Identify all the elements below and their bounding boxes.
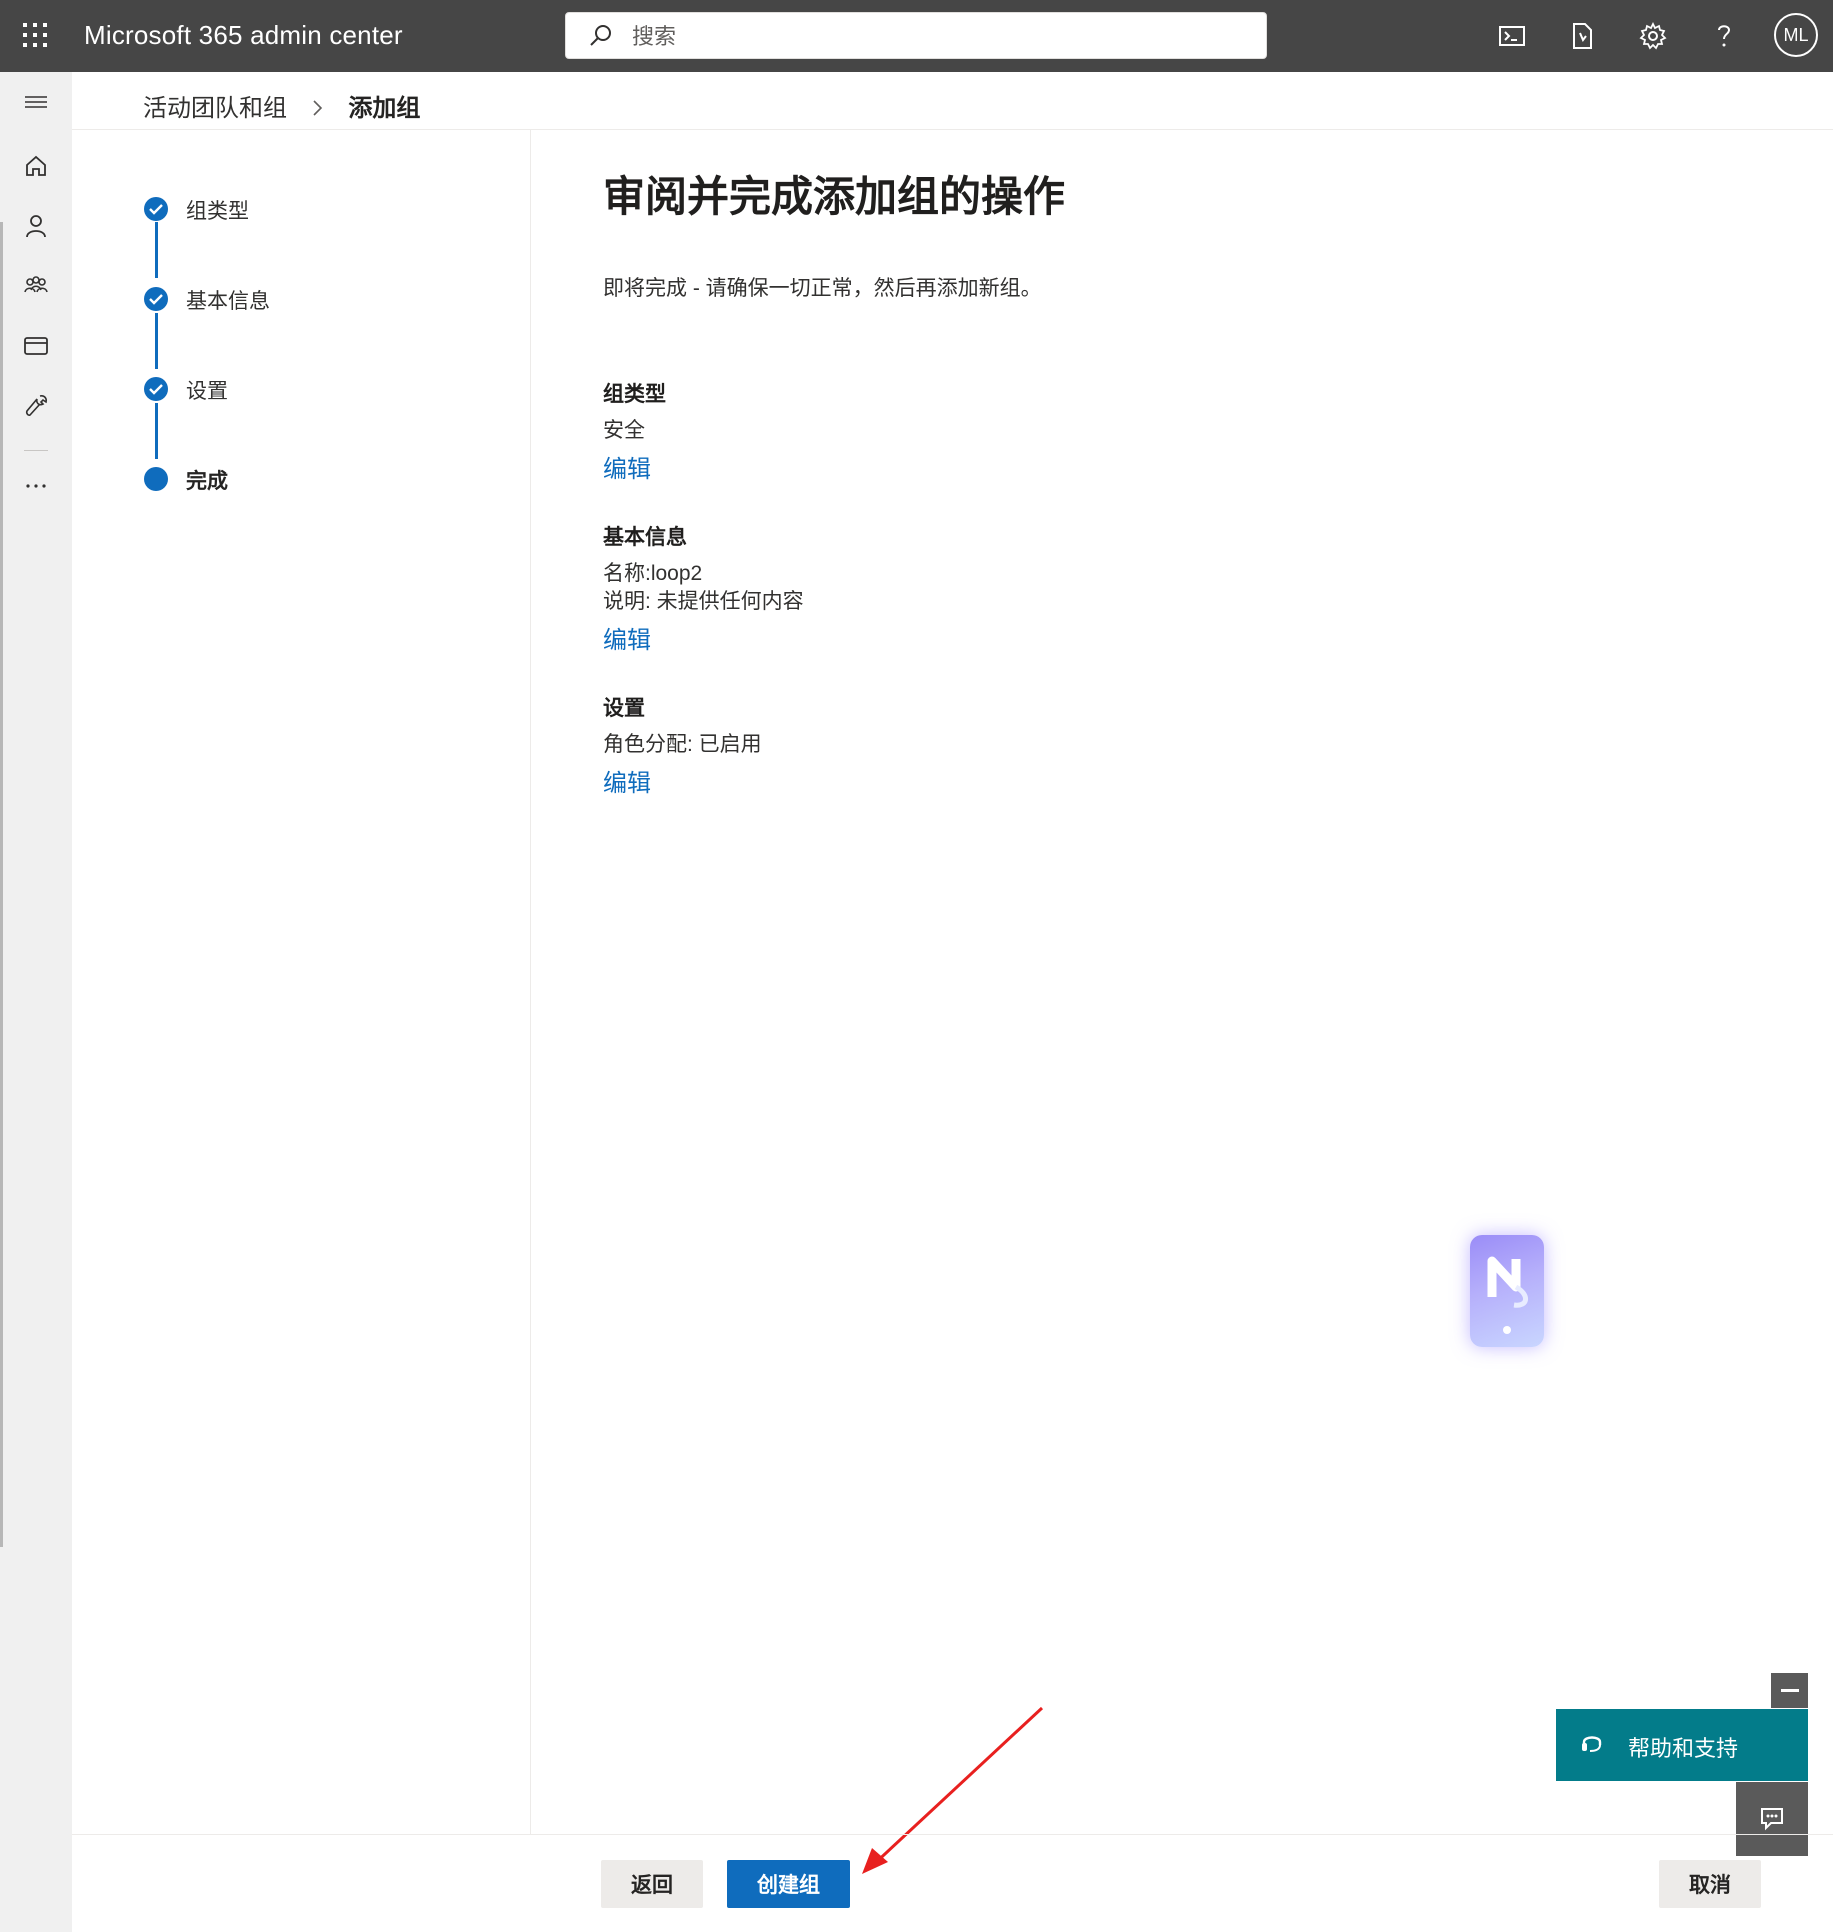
breadcrumb-parent-link[interactable]: 活动团队和组 — [143, 95, 287, 122]
help-and-support-button[interactable]: 帮助和支持 — [1556, 1709, 1808, 1781]
step-connector — [155, 222, 158, 278]
terminal-icon[interactable] — [1496, 20, 1528, 52]
minimize-icon — [1781, 1689, 1799, 1692]
headset-icon — [1582, 1736, 1602, 1752]
user-icon[interactable] — [22, 212, 50, 240]
edit-group-type-link[interactable]: 编辑 — [603, 449, 651, 484]
section-title-basic-info: 基本信息 — [603, 526, 687, 549]
page-title: 审阅并完成添加组的操作 — [603, 173, 1066, 220]
panel-divider — [530, 130, 531, 1834]
waffle-icon[interactable] — [20, 20, 50, 50]
step-connector — [155, 403, 158, 459]
edit-basic-info-link[interactable]: 编辑 — [603, 620, 651, 655]
step-label: 完成 — [186, 470, 228, 493]
step-label: 组类型 — [186, 200, 249, 223]
step-current-dot — [144, 467, 168, 491]
section-title-settings: 设置 — [603, 697, 645, 720]
document-icon[interactable] — [1566, 20, 1598, 52]
gear-icon[interactable] — [1637, 20, 1669, 52]
menu-icon[interactable] — [22, 88, 50, 116]
billing-icon[interactable] — [22, 332, 50, 360]
section-value: 名称:loop2 — [603, 562, 703, 585]
checkmark-icon — [149, 204, 163, 215]
search-icon — [590, 25, 611, 46]
chat-button[interactable] — [1736, 1782, 1808, 1856]
edit-settings-link[interactable]: 编辑 — [603, 763, 651, 798]
chat-icon — [1761, 1808, 1783, 1831]
breadcrumb-current: 添加组 — [348, 95, 421, 122]
footer-divider — [72, 1834, 1833, 1835]
search-box[interactable] — [565, 12, 1267, 59]
step-completed-dot — [144, 377, 168, 401]
step-completed-dot — [144, 197, 168, 221]
app-title[interactable]: Microsoft 365 admin center — [84, 20, 403, 51]
section-value: 安全 — [603, 419, 645, 442]
section-value: 说明: 未提供任何内容 — [603, 590, 804, 613]
help-label: 帮助和支持 — [1628, 1736, 1739, 1761]
top-bar: Microsoft 365 admin center ML — [0, 0, 1833, 72]
create-group-button[interactable]: 创建组 — [727, 1860, 850, 1908]
wrench-icon[interactable] — [22, 392, 50, 420]
home-icon[interactable] — [22, 152, 50, 180]
back-button[interactable]: 返回 — [601, 1860, 703, 1908]
page-subtitle: 即将完成 - 请确保一切正常，然后再添加新组。 — [603, 277, 1042, 300]
checkmark-icon — [149, 294, 163, 305]
annotation-arrow — [862, 1706, 1044, 1874]
help-icon[interactable] — [1708, 20, 1740, 52]
breadcrumb: 活动团队和组 添加组 — [143, 88, 420, 124]
step-connector — [155, 313, 158, 369]
avatar[interactable]: ML — [1774, 13, 1818, 57]
step-completed-dot — [144, 287, 168, 311]
rail-divider — [24, 450, 48, 451]
section-value: 角色分配: 已启用 — [603, 733, 762, 756]
chevron-right-icon — [313, 100, 322, 116]
header-divider — [72, 129, 1833, 130]
cancel-button[interactable]: 取消 — [1659, 1860, 1761, 1908]
search-input[interactable] — [630, 18, 1234, 56]
section-title-group-type: 组类型 — [603, 383, 666, 406]
step-label: 基本信息 — [186, 290, 270, 313]
rail-edge — [0, 222, 3, 1547]
floating-assistant-logo[interactable] — [1470, 1235, 1544, 1347]
assistant-logo-icon — [1487, 1256, 1528, 1334]
checkmark-icon — [149, 384, 163, 395]
group-icon[interactable] — [22, 272, 50, 300]
step-label: 设置 — [186, 380, 228, 403]
more-icon[interactable] — [22, 472, 50, 500]
help-minimize-button[interactable] — [1771, 1673, 1808, 1708]
left-nav-rail — [0, 72, 72, 1932]
